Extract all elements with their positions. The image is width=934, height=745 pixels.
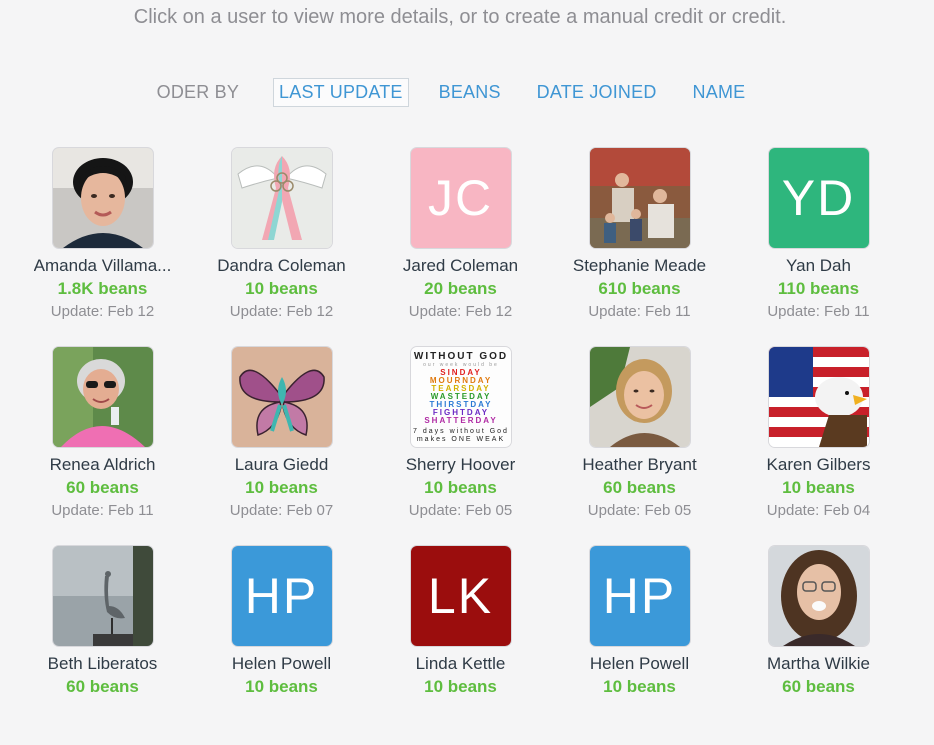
user-beans: 10 beans <box>245 478 318 497</box>
initials-avatar: HP <box>589 546 690 646</box>
user-avatar <box>52 148 153 248</box>
user-update: Update: Feb 04 <box>766 502 871 519</box>
user-name: Jared Coleman <box>402 256 519 275</box>
order-by-label: ODER BY <box>156 82 240 102</box>
user-update: Update: Feb 05 <box>408 502 513 519</box>
user-name: Sherry Hoover <box>405 455 516 474</box>
user-name: Helen Powell <box>231 654 332 673</box>
initials-avatar: HP <box>231 546 332 646</box>
user-card[interactable]: YD Yan Dah 110 beans Update: Feb 11 <box>729 148 908 347</box>
intro-text: Click on a user to view more details, or… <box>133 6 787 28</box>
user-update: Update: Feb 12 <box>229 303 334 320</box>
user-name: Heather Bryant <box>582 455 697 474</box>
woman-portrait-photo <box>52 148 153 248</box>
user-card[interactable]: LK Linda Kettle 10 beans <box>371 546 550 745</box>
user-avatar <box>231 148 332 248</box>
svg-text:7 days without God: 7 days without God <box>413 428 509 435</box>
order-beans[interactable]: BEANS <box>433 78 507 107</box>
user-name: Yan Dah <box>786 256 851 275</box>
user-avatar <box>768 546 869 646</box>
user-card[interactable]: Stephanie Meade 610 beans Update: Feb 11 <box>550 148 729 347</box>
heron-sky-photo <box>52 546 153 646</box>
user-beans: 610 beans <box>598 279 681 298</box>
user-beans: 60 beans <box>603 478 676 497</box>
user-card[interactable]: Dandra Coleman 10 beans Update: Feb 12 <box>192 148 371 347</box>
order-date-joined[interactable]: DATE JOINED <box>531 78 663 107</box>
user-beans: 10 beans <box>782 478 855 497</box>
user-beans: 60 beans <box>66 478 139 497</box>
user-name: Laura Giedd <box>234 455 329 474</box>
svg-text:SHATTERDAY: SHATTERDAY <box>424 416 497 425</box>
user-grid: Amanda Villama... 1.8K beans Update: Feb… <box>13 148 913 745</box>
user-beans: 60 beans <box>782 677 855 696</box>
user-name: Renea Aldrich <box>49 455 156 474</box>
user-name: Helen Powell <box>589 654 690 673</box>
user-avatar <box>52 347 153 447</box>
initials-avatar: YD <box>768 148 869 248</box>
user-update: Update: Feb 11 <box>588 303 691 320</box>
user-beans: 10 beans <box>245 677 318 696</box>
woman-sunglasses-photo <box>52 347 153 447</box>
user-update: Update: Feb 07 <box>229 502 334 519</box>
user-avatar <box>231 347 332 447</box>
user-card[interactable]: Renea Aldrich 60 beans Update: Feb 11 <box>13 347 192 546</box>
user-beans: 110 beans <box>777 279 860 298</box>
user-beans: 10 beans <box>424 478 497 497</box>
woman-glasses-photo <box>768 546 869 646</box>
user-beans: 20 beans <box>424 279 497 298</box>
user-update: Update: Feb 11 <box>51 502 154 519</box>
user-card[interactable]: Laura Giedd 10 beans Update: Feb 07 <box>192 347 371 546</box>
without-god-image: WITHOUT GOD our week would be SINDAY MOU… <box>410 347 511 447</box>
initials-avatar: LK <box>410 546 511 646</box>
user-update: Update: Feb 12 <box>50 303 155 320</box>
user-name: Karen Gilbers <box>766 455 871 474</box>
user-beans: 1.8K beans <box>57 279 148 298</box>
user-avatar: WITHOUT GOD our week would be SINDAY MOU… <box>410 347 511 447</box>
order-name[interactable]: NAME <box>687 78 752 107</box>
user-card[interactable]: Amanda Villama... 1.8K beans Update: Feb… <box>13 148 192 347</box>
order-by-bar: ODER BY LAST UPDATE BEANS DATE JOINED NA… <box>0 78 920 107</box>
user-update: Update: Feb 05 <box>587 502 692 519</box>
user-update: Update: Feb 12 <box>408 303 513 320</box>
user-card[interactable]: HP Helen Powell 10 beans <box>192 546 371 745</box>
ribbon-wings-photo <box>231 148 332 248</box>
user-card[interactable]: Heather Bryant 60 beans Update: Feb 05 <box>550 347 729 546</box>
user-beans: 10 beans <box>603 677 676 696</box>
order-last-update[interactable]: LAST UPDATE <box>273 78 409 107</box>
user-beans: 10 beans <box>424 677 497 696</box>
user-card[interactable]: Martha Wilkie 60 beans <box>729 546 908 745</box>
user-name: Dandra Coleman <box>217 256 346 275</box>
user-card[interactable]: Karen Gilbers 10 beans Update: Feb 04 <box>729 347 908 546</box>
butterfly-tattoo-photo <box>231 347 332 447</box>
svg-text:makes ONE WEAK: makes ONE WEAK <box>416 436 504 443</box>
user-name: Martha Wilkie <box>767 654 870 673</box>
user-avatar <box>52 546 153 646</box>
user-update: Update: Feb 11 <box>767 303 870 320</box>
user-avatar <box>589 347 690 447</box>
user-card[interactable]: JC Jared Coleman 20 beans Update: Feb 12 <box>371 148 550 347</box>
user-beans: 10 beans <box>245 279 318 298</box>
user-name: Amanda Villama... <box>33 256 172 275</box>
eagle-flag-photo <box>768 347 869 447</box>
woman-smiling-photo <box>589 347 690 447</box>
svg-text:WITHOUT GOD: WITHOUT GOD <box>413 351 507 362</box>
user-avatar <box>768 347 869 447</box>
user-name: Stephanie Meade <box>572 256 707 275</box>
user-card[interactable]: HP Helen Powell 10 beans <box>550 546 729 745</box>
user-beans: 60 beans <box>66 677 139 696</box>
user-name: Linda Kettle <box>415 654 506 673</box>
user-card[interactable]: WITHOUT GOD our week would be SINDAY MOU… <box>371 347 550 546</box>
initials-avatar: JC <box>410 148 511 248</box>
user-avatar <box>589 148 690 248</box>
user-name: Beth Liberatos <box>47 654 158 673</box>
family-outdoor-photo <box>589 148 690 248</box>
user-card[interactable]: Beth Liberatos 60 beans <box>13 546 192 745</box>
